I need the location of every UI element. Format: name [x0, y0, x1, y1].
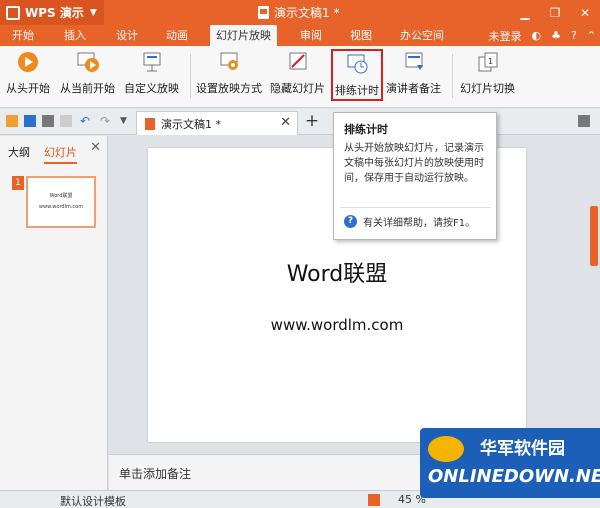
chevron-up-icon[interactable]: ⌃	[587, 29, 596, 42]
slide-title[interactable]: Word联盟	[148, 256, 526, 288]
doc-title-text: 演示文稿1 *	[274, 6, 340, 20]
shirt-icon[interactable]: ♣	[551, 29, 561, 42]
document-tab-label: 演示文稿1 *	[161, 117, 221, 131]
from-current-button[interactable]: 从当前开始	[60, 50, 115, 102]
minimize-icon[interactable]: ▁	[510, 0, 540, 25]
menu-home[interactable]: 开始	[6, 25, 40, 46]
speaker-notes-icon	[402, 50, 426, 74]
scroll-handle[interactable]	[590, 206, 598, 266]
hide-slide-button[interactable]: 隐藏幻灯片	[270, 50, 325, 102]
close-panel-icon[interactable]: ✕	[90, 140, 101, 155]
print-preview-icon[interactable]	[60, 115, 72, 127]
globe-icon	[428, 436, 464, 462]
custom-show-icon	[140, 50, 164, 74]
help-icon[interactable]: ?	[571, 29, 577, 42]
setup-show-icon	[217, 50, 241, 74]
wps-logo-icon	[6, 5, 20, 20]
chevron-down-icon[interactable]: ▼	[120, 115, 132, 127]
tooltip-title: 排练计时	[344, 123, 388, 136]
undo-icon[interactable]: ↶	[80, 115, 92, 127]
setup-show-button[interactable]: 设置放映方式	[196, 50, 262, 102]
hide-slide-label: 隐藏幻灯片	[270, 82, 325, 95]
tooltip-body: 从头开始放映幻灯片，记录演示文稿中每张幻灯片的放映使用时间，保存用于自动运行放映…	[344, 143, 484, 184]
close-icon[interactable]: ✕	[570, 0, 600, 25]
new-tab-button[interactable]: +	[302, 112, 322, 132]
chevron-down-icon: ▼	[89, 7, 97, 18]
tooltip: 排练计时 从头开始放映幻灯片，记录演示文稿中每张幻灯片的放映使用时间，保存用于自…	[333, 112, 497, 240]
rehearse-timing-label: 排练计时	[335, 84, 379, 97]
watermark-logo: 华军软件园 ONLINEDOWN.NET	[420, 428, 600, 498]
template-name[interactable]: 默认设计模板	[60, 493, 126, 508]
print-icon[interactable]	[42, 115, 54, 127]
watermark-cn: 华军软件园	[480, 439, 565, 459]
document-tab[interactable]: 演示文稿1 * ✕	[136, 111, 298, 135]
title-bar: WPS 演示 ▼ 演示文稿1 * ▁ ❐ ✕	[0, 0, 600, 25]
rehearse-timing-button[interactable]: 排练计时	[331, 49, 383, 101]
tab-slides[interactable]: 幻灯片	[44, 144, 77, 164]
slide-thumbnail[interactable]: Word联盟 www.wordlm.com	[26, 176, 96, 228]
maximize-icon[interactable]: ❐	[540, 0, 570, 25]
slide-transition-button[interactable]: 1 幻灯片切换	[460, 50, 515, 102]
tooltip-help-text: 有关详细帮助，请按F1。	[363, 218, 476, 229]
thumb-title: Word联盟	[49, 193, 73, 199]
menu-design[interactable]: 设计	[110, 25, 144, 46]
custom-show-label: 自定义放映	[124, 82, 179, 95]
close-tab-icon[interactable]: ✕	[280, 115, 291, 130]
slide-transition-icon: 1	[476, 50, 500, 74]
menu-bar: 开始 插入 设计 动画 幻灯片放映 审阅 视图 办公空间 未登录 ◐ ♣ ? ⌃	[0, 25, 600, 46]
slideshow-play-icon[interactable]	[368, 494, 380, 506]
theme-icon[interactable]: ◐	[531, 29, 541, 42]
speaker-notes-label: 演讲者备注	[386, 82, 441, 95]
slides-panel: 大纲 幻灯片 ✕ 1 Word联盟 www.wordlm.com	[0, 136, 108, 490]
menu-review[interactable]: 审阅	[294, 25, 328, 46]
slide-subtitle[interactable]: www.wordlm.com	[148, 316, 526, 334]
redo-icon[interactable]: ↷	[100, 115, 112, 127]
help-icon: ?	[344, 215, 357, 228]
from-start-button[interactable]: 从头开始	[6, 50, 50, 102]
menu-slideshow[interactable]: 幻灯片放映	[210, 25, 277, 46]
hide-slide-icon	[286, 50, 310, 74]
setup-show-label: 设置放映方式	[196, 82, 262, 95]
open-folder-icon[interactable]	[6, 115, 18, 127]
play-from-start-icon	[16, 50, 40, 74]
tab-outline[interactable]: 大纲	[8, 144, 30, 160]
ribbon-divider	[190, 54, 191, 98]
tooltip-help: ? 有关详细帮助，请按F1。	[344, 214, 475, 229]
save-icon[interactable]	[24, 115, 36, 127]
document-icon	[145, 117, 155, 130]
play-from-current-icon	[76, 50, 100, 74]
notes-placeholder: 单击添加备注	[119, 467, 192, 481]
document-icon	[258, 6, 269, 19]
menu-insert[interactable]: 插入	[58, 25, 92, 46]
window-controls: ▁ ❐ ✕	[510, 0, 600, 25]
ribbon: 从头开始 从当前开始 自定义放映 设置放映方式 隐藏幻灯片 排练计时 演讲者备注…	[0, 46, 600, 108]
menu-right-tools: 未登录 ◐ ♣ ? ⌃	[488, 25, 596, 46]
svg-text:1: 1	[488, 57, 493, 66]
quick-access-bar: ↶ ↷ ▼ 演示文稿1 * ✕ +	[0, 109, 600, 135]
window-title: 演示文稿1 *	[258, 4, 339, 21]
rehearse-timing-icon	[345, 52, 369, 76]
app-name: WPS 演示	[25, 6, 84, 20]
menu-view[interactable]: 视图	[344, 25, 378, 46]
app-menu-button[interactable]: WPS 演示 ▼	[0, 0, 104, 25]
panel-options-icon[interactable]	[578, 115, 590, 127]
slide-number: 1	[12, 176, 24, 190]
ribbon-divider	[452, 54, 453, 98]
slide-transition-label: 幻灯片切换	[460, 82, 515, 95]
thumb-subtitle: www.wordlm.com	[38, 204, 84, 210]
custom-show-button[interactable]: 自定义放映	[124, 50, 179, 102]
from-current-label: 从当前开始	[60, 82, 115, 95]
menu-animation[interactable]: 动画	[160, 25, 194, 46]
from-start-label: 从头开始	[6, 82, 50, 95]
speaker-notes-button[interactable]: 演讲者备注	[386, 50, 441, 102]
menu-office-space[interactable]: 办公空间	[394, 25, 450, 46]
tooltip-divider	[340, 207, 490, 208]
watermark-en: ONLINEDOWN.NET	[428, 466, 600, 487]
login-link[interactable]: 未登录	[488, 28, 521, 44]
